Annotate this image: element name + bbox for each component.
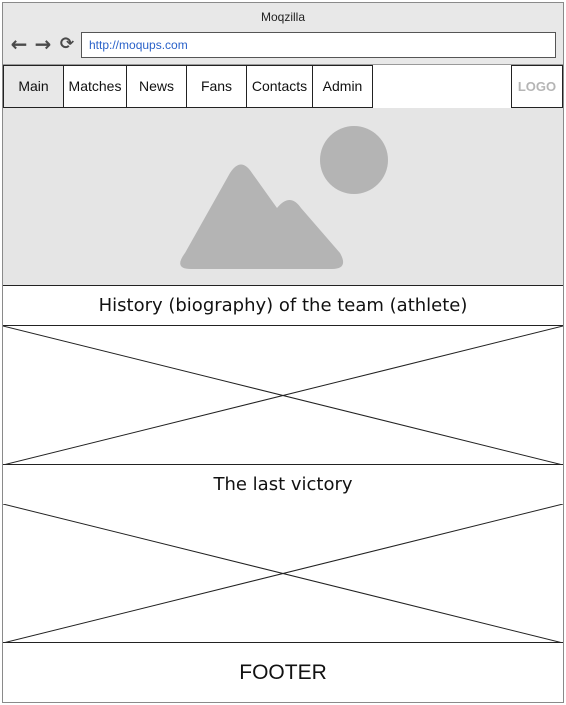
menu-item-matches[interactable]: Matches — [64, 65, 127, 108]
last-victory-title: The last victory — [3, 465, 563, 505]
history-title: History (biography) of the team (athlete… — [3, 286, 563, 326]
menu-item-fans[interactable]: Fans — [187, 65, 247, 108]
main-menu: Main Matches News Fans Contacts Admin LO… — [3, 65, 563, 108]
menu-item-admin[interactable]: Admin — [313, 65, 373, 108]
menu-item-main[interactable]: Main — [3, 65, 64, 108]
arrow-right-icon[interactable]: → — [34, 34, 52, 54]
history-content-placeholder — [3, 326, 563, 465]
reload-icon[interactable]: ⟳ — [58, 35, 76, 53]
menu-item-news[interactable]: News — [127, 65, 187, 108]
browser-chrome: Moqzilla ← → ⟳ http://moqups.com — [3, 3, 563, 65]
browser-window: Moqzilla ← → ⟳ http://moqups.com Main Ma… — [2, 2, 564, 703]
hero-image-placeholder — [3, 108, 563, 286]
url-input[interactable]: http://moqups.com — [81, 32, 556, 58]
footer: FOOTER — [3, 643, 563, 702]
menu-item-contacts[interactable]: Contacts — [247, 65, 313, 108]
logo[interactable]: LOGO — [511, 65, 563, 108]
last-victory-content-placeholder — [3, 504, 563, 643]
arrow-left-icon[interactable]: ← — [10, 34, 28, 54]
image-placeholder-icon — [180, 126, 388, 269]
window-title: Moqzilla — [260, 10, 305, 24]
